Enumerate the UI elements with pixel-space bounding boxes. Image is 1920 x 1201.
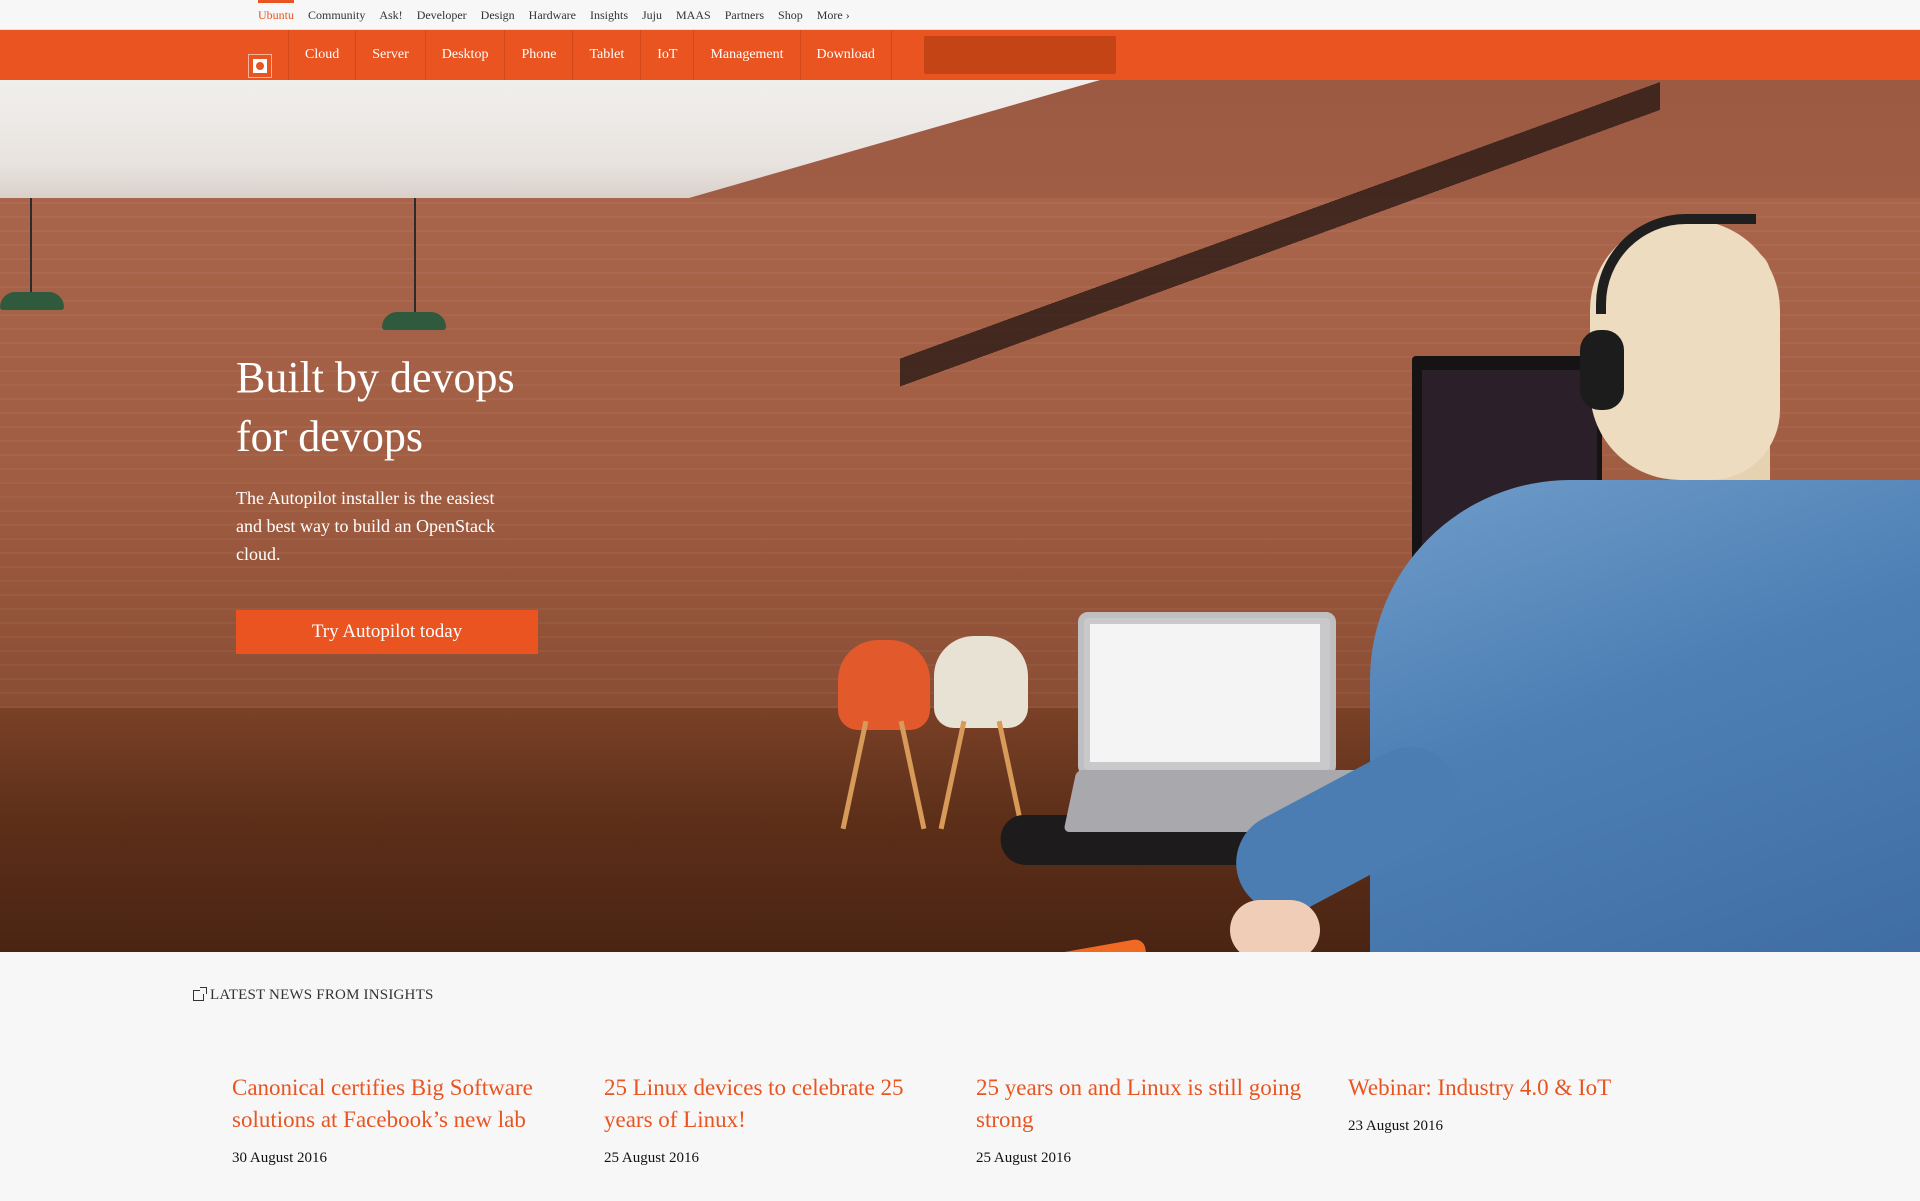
news-item-title-link[interactable]: 25 Linux devices to celebrate 25 years o… [604, 1072, 934, 1136]
global-nav-partners[interactable]: Partners [725, 0, 764, 30]
global-nav-ubuntu[interactable]: Ubuntu [258, 0, 294, 30]
news-item: Webinar: Industry 4.0 & IoT 23 August 20… [1348, 1072, 1720, 1167]
try-autopilot-button[interactable]: Try Autopilot today [236, 610, 538, 654]
main-nav-cloud[interactable]: Cloud [288, 30, 355, 80]
global-nav-juju[interactable]: Juju [642, 0, 662, 30]
person-denim-shirt [1370, 480, 1920, 952]
external-link-icon [193, 987, 207, 1001]
main-nav-management[interactable]: Management [693, 30, 799, 80]
news-item: 25 Linux devices to celebrate 25 years o… [604, 1072, 976, 1167]
hero-banner: Built by devops for devops The Autopilot… [0, 80, 1920, 952]
hero-description-line-2: and best way to build an OpenStack [236, 516, 495, 536]
news-item: 25 years on and Linux is still going str… [976, 1072, 1348, 1167]
global-nav-insights[interactable]: Insights [590, 0, 628, 30]
person-hand [1230, 900, 1320, 952]
global-nav-shop[interactable]: Shop [778, 0, 803, 30]
hero-title-line-1: Built by devops [236, 353, 515, 402]
lamp-cord [414, 198, 416, 314]
lamp-cord [30, 198, 32, 294]
global-nav-community[interactable]: Community [308, 0, 365, 30]
laptop-screen [1090, 624, 1320, 762]
global-nav-more[interactable]: More › [817, 0, 850, 30]
hero-description: The Autopilot installer is the easiest a… [236, 484, 576, 568]
news-item-title-link[interactable]: Canonical certifies Big Software solutio… [232, 1072, 562, 1136]
global-nav-design[interactable]: Design [481, 0, 515, 30]
hero-title-line-2: for devops [236, 412, 423, 461]
hero-description-line-1: The Autopilot installer is the easiest [236, 488, 495, 508]
news-item-date: 30 August 2016 [232, 1150, 328, 1166]
news-item-date: 25 August 2016 [976, 1150, 1072, 1166]
main-nav-iot[interactable]: IoT [640, 30, 693, 80]
global-nav-ask[interactable]: Ask! [379, 0, 402, 30]
global-nav-hardware[interactable]: Hardware [529, 0, 576, 30]
news-list: Canonical certifies Big Software solutio… [232, 1072, 1720, 1167]
orange-chair [838, 640, 930, 730]
hero-description-line-3: cloud. [236, 544, 281, 564]
global-nav-list: Ubuntu Community Ask! Developer Design H… [258, 0, 864, 30]
main-nav: Cloud Server Desktop Phone Tablet IoT Ma… [0, 30, 1920, 80]
news-item-title-link[interactable]: 25 years on and Linux is still going str… [976, 1072, 1306, 1136]
main-nav-desktop[interactable]: Desktop [424, 30, 505, 80]
news-heading-label: LATEST NEWS FROM INSIGHTS [210, 987, 434, 1003]
global-nav-maas[interactable]: MAAS [676, 0, 711, 30]
news-item-date: 23 August 2016 [1348, 1118, 1444, 1134]
main-nav-list: Cloud Server Desktop Phone Tablet IoT Ma… [288, 30, 892, 80]
news-item: Canonical certifies Big Software solutio… [232, 1072, 604, 1167]
lamp-icon [382, 312, 446, 330]
ubuntu-logo-icon[interactable] [248, 54, 272, 78]
hero-copy: Built by devops for devops The Autopilot… [236, 348, 576, 568]
news-section: LATEST NEWS FROM INSIGHTS Canonical cert… [0, 952, 1920, 1201]
main-nav-phone[interactable]: Phone [504, 30, 572, 80]
main-nav-download[interactable]: Download [799, 30, 892, 80]
search-input[interactable] [924, 36, 1116, 74]
main-nav-tablet[interactable]: Tablet [572, 30, 640, 80]
headphones-icon [1580, 330, 1624, 410]
hero-title: Built by devops for devops [236, 348, 576, 466]
global-nav-developer[interactable]: Developer [417, 0, 467, 30]
news-item-date: 25 August 2016 [604, 1150, 700, 1166]
lamp-icon [0, 292, 64, 310]
news-item-title-link[interactable]: Webinar: Industry 4.0 & IoT [1348, 1072, 1678, 1104]
global-nav: Ubuntu Community Ask! Developer Design H… [0, 0, 1920, 30]
news-heading: LATEST NEWS FROM INSIGHTS [193, 987, 434, 1004]
white-chair [934, 636, 1028, 728]
main-nav-server[interactable]: Server [355, 30, 425, 80]
